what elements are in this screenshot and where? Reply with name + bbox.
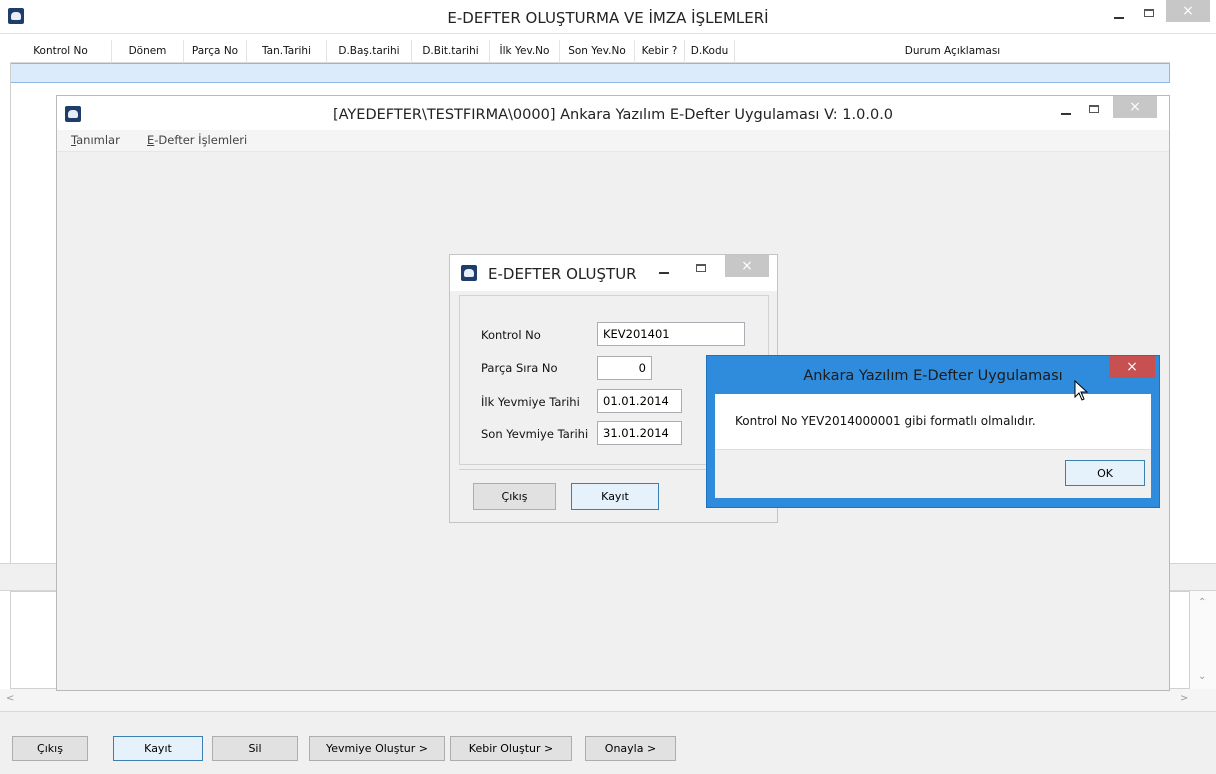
first-journal-date-label: İlk Yevmiye Tarihi <box>481 395 580 409</box>
approve-button[interactable]: Onayla > <box>585 736 676 761</box>
message-footer: OK <box>715 449 1151 498</box>
save-button[interactable]: Kayıt <box>113 736 203 761</box>
minimize-icon[interactable] <box>1051 100 1081 122</box>
close-icon[interactable]: × <box>1113 96 1157 118</box>
scroll-right-icon[interactable]: > <box>1180 693 1188 704</box>
bottom-toolbar: Çıkış Kayıt Sil Yevmiye Oluştur > Kebir … <box>0 711 1216 774</box>
minimize-icon[interactable] <box>1104 4 1134 26</box>
column-header[interactable]: D.Kodu <box>685 40 735 63</box>
app-icon[interactable] <box>461 265 477 281</box>
vertical-scrollbar[interactable]: ⌃ ⌄ <box>1190 591 1216 689</box>
create-ledger-button[interactable]: Kebir Oluştur > <box>450 736 572 761</box>
maximize-icon[interactable] <box>686 257 716 279</box>
mouse-cursor-icon <box>1074 380 1089 401</box>
delete-button[interactable]: Sil <box>212 736 298 761</box>
create-journal-button[interactable]: Yevmiye Oluştur > <box>309 736 445 761</box>
control-no-label: Kontrol No <box>481 328 541 342</box>
message-titlebar[interactable]: Ankara Yazılım E-Defter Uygulaması × <box>707 356 1159 392</box>
scroll-up-icon[interactable]: ⌃ <box>1198 597 1206 608</box>
message-title: Ankara Yazılım E-Defter Uygulaması <box>803 368 1063 384</box>
column-header[interactable]: D.Baş.tarihi <box>327 40 412 63</box>
scroll-down-icon[interactable]: ⌄ <box>1198 671 1206 682</box>
menu-edefter-operations[interactable]: E-Defter İşlemleri <box>147 133 247 147</box>
message-body: Kontrol No YEV2014000001 gibi formatlı o… <box>715 394 1151 449</box>
last-journal-date-label: Son Yevmiye Tarihi <box>481 427 589 441</box>
message-text: Kontrol No YEV2014000001 gibi formatlı o… <box>735 414 1036 428</box>
main-window-title: E-DEFTER OLUŞTURMA VE İMZA İŞLEMLERİ <box>447 9 769 27</box>
message-box: Ankara Yazılım E-Defter Uygulaması × Kon… <box>706 355 1160 508</box>
column-header[interactable]: Dönem <box>112 40 184 63</box>
column-header[interactable]: İlk Yev.No <box>490 40 560 63</box>
dialog-titlebar[interactable]: E-DEFTER OLUŞTUR × <box>450 255 777 291</box>
column-header[interactable]: Kontrol No <box>10 40 112 63</box>
inner-window-title: [AYEDEFTER\TESTFIRMA\0000] Ankara Yazılı… <box>332 107 894 123</box>
menu-bar: Tanımlar E-Defter İşlemleri <box>57 130 1169 152</box>
column-header[interactable]: Tan.Tarihi <box>247 40 327 63</box>
part-no-field[interactable]: 0 <box>597 356 652 380</box>
scroll-left-icon[interactable]: < <box>6 693 14 704</box>
close-icon[interactable]: × <box>1109 356 1155 378</box>
table-row-selected[interactable] <box>10 63 1170 83</box>
dialog-save-button[interactable]: Kayıt <box>571 483 659 510</box>
maximize-icon[interactable] <box>1079 98 1109 120</box>
column-header[interactable]: Parça No <box>184 40 247 63</box>
close-icon[interactable]: × <box>1166 0 1210 22</box>
last-journal-date-field[interactable]: 31.01.2014 <box>597 421 682 445</box>
column-header[interactable]: Kebir ? <box>635 40 685 63</box>
close-icon[interactable]: × <box>725 255 769 277</box>
control-no-field[interactable]: KEV201401 <box>597 322 745 346</box>
inner-titlebar[interactable]: [AYEDEFTER\TESTFIRMA\0000] Ankara Yazılı… <box>57 96 1169 130</box>
grid-border <box>10 63 11 563</box>
dialog-exit-button[interactable]: Çıkış <box>473 483 556 510</box>
menu-definitions[interactable]: Tanımlar <box>71 133 120 147</box>
grid-header: Kontrol No Dönem Parça No Tan.Tarihi D.B… <box>10 40 1170 63</box>
exit-button[interactable]: Çıkış <box>12 736 88 761</box>
column-header[interactable]: Son Yev.No <box>560 40 635 63</box>
ok-button[interactable]: OK <box>1065 460 1145 486</box>
column-header[interactable]: Durum Açıklaması <box>735 40 1170 63</box>
dialog-title: E-DEFTER OLUŞTUR <box>488 265 637 283</box>
part-no-label: Parça Sıra No <box>481 361 558 375</box>
minimize-icon[interactable] <box>649 259 679 281</box>
horizontal-scrollbar[interactable]: < > <box>0 689 1216 711</box>
maximize-icon[interactable] <box>1134 2 1164 24</box>
column-header[interactable]: D.Bit.tarihi <box>412 40 490 63</box>
first-journal-date-field[interactable]: 01.01.2014 <box>597 389 682 413</box>
main-titlebar[interactable]: E-DEFTER OLUŞTURMA VE İMZA İŞLEMLERİ × <box>0 0 1216 34</box>
